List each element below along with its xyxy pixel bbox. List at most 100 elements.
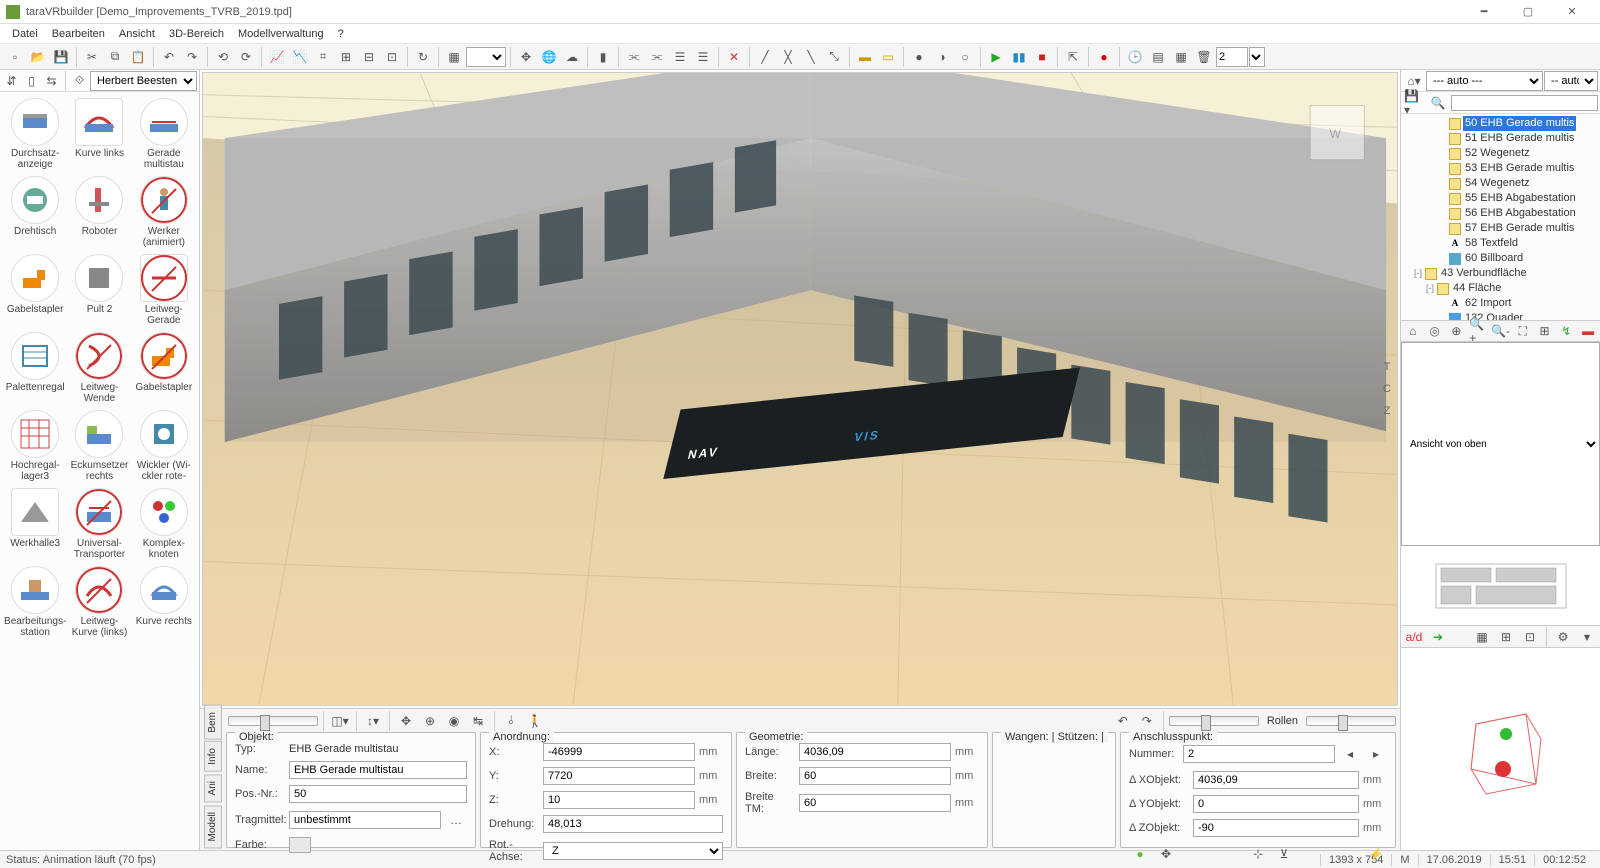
tab-ani[interactable]: Ani [204,774,222,802]
vp-slider1[interactable] [228,716,318,726]
tree-node[interactable]: 60 Billboard [1401,251,1600,266]
laenge-input[interactable] [799,743,951,761]
view4-icon[interactable]: ⊡ [381,46,403,68]
library-item[interactable]: Leitweg-Kurve (links) [68,564,130,640]
vp-person-icon[interactable]: 🚶 [524,710,546,732]
lib-user-icon[interactable]: ⟐ [70,70,89,92]
viewport[interactable]: NAV VIS W T C Z [202,72,1398,706]
library-item[interactable]: Komplex-knoten [133,486,195,562]
name-input[interactable] [289,761,467,779]
tree-node[interactable]: A58 Textfeld [1401,236,1600,251]
mm-fit-icon[interactable]: ⛶ [1513,320,1533,342]
tree-node[interactable]: 54 Wegenetz [1401,176,1600,191]
chart2-icon[interactable]: 📉 [289,46,311,68]
menu-help[interactable]: ? [332,26,350,42]
ax-arrow-icon[interactable]: ➔ [1427,626,1449,648]
library-item[interactable]: Gerade multistau [133,96,195,172]
speed-select[interactable] [1249,47,1265,67]
grid-select[interactable] [466,47,506,67]
z-input[interactable] [543,791,695,809]
lib-filter1-icon[interactable]: ⇵ [2,70,21,92]
ap-icon4[interactable]: ⊻ [1273,843,1295,865]
undo-icon[interactable]: ↶ [158,46,180,68]
line3-icon[interactable]: ╲ [800,46,822,68]
ax-toggle-icon[interactable]: a/d [1403,626,1425,648]
trash-icon[interactable]: 🗑 [1193,46,1215,68]
pos-input[interactable] [289,785,467,803]
close-button[interactable]: ✕ [1550,0,1594,24]
nummer-next-icon[interactable]: ▸ [1365,743,1387,765]
mm-c-icon[interactable]: ⊕ [1447,320,1467,342]
ap-icon1[interactable]: ● [1129,843,1151,865]
library-item[interactable]: Drehtisch [4,174,66,250]
breitetm-input[interactable] [799,794,951,812]
lib-filter2-icon[interactable]: ▯ [22,70,41,92]
tree-node[interactable]: 51 EHB Gerade multis [1401,131,1600,146]
vp-slider3[interactable] [1306,716,1396,726]
library-item[interactable]: Gabelstapler [4,252,66,328]
wall-icon[interactable]: ▮ [592,46,614,68]
tragmittel-browse-icon[interactable]: … [445,809,467,831]
library-item[interactable]: Leitweg-Wende [68,330,130,406]
tree-node[interactable]: 57 EHB Gerade multis [1401,221,1600,236]
rect-icon[interactable]: ▬ [854,46,876,68]
ap-icon3[interactable]: ⊹ [1247,843,1269,865]
library-item[interactable]: Kurve links [68,96,130,172]
mm-a-icon[interactable]: ⌂ [1403,320,1423,342]
stack2-icon[interactable]: ☰ [692,46,714,68]
vp-undo-icon[interactable]: ↶ [1112,710,1134,732]
tab-bem[interactable]: Bem [204,705,222,740]
library-item[interactable]: Bearbeitungs-station [4,564,66,640]
library-item[interactable]: Durchsatz-anzeige [4,96,66,172]
paste-icon[interactable]: 📋 [127,46,149,68]
sphere3-icon[interactable]: ○ [954,46,976,68]
link1-icon[interactable]: ⫘ [623,46,645,68]
chart-icon[interactable]: 📈 [266,46,288,68]
auto-select-2[interactable]: -- auto -- [1544,71,1598,91]
menu-modellverwaltung[interactable]: Modellverwaltung [232,26,330,42]
scene-tree[interactable]: 50 EHB Gerade multis51 EHB Gerade multis… [1401,114,1600,320]
tree-node[interactable]: 50 EHB Gerade multis [1401,116,1600,131]
auto-select-1[interactable]: --- auto --- [1426,71,1543,91]
vp-nav4-icon[interactable]: ↹ [467,710,489,732]
y-input[interactable] [543,767,695,785]
vp-nav1-icon[interactable]: ✥ [395,710,417,732]
breite-input[interactable] [799,767,951,785]
rotate-icon[interactable]: ↻ [412,46,434,68]
sync-icon[interactable]: ⟲ [212,46,234,68]
library-item[interactable]: Palettenregal [4,330,66,406]
sphere2-icon[interactable]: ◑ [931,46,953,68]
ap-icon2[interactable]: ✥ [1155,843,1177,865]
mm-f-icon[interactable]: ▬ [1578,320,1598,342]
nummer-prev-icon[interactable]: ◂ [1339,743,1361,765]
library-item[interactable]: Kurve rechts [133,564,195,640]
view-select[interactable]: Ansicht von oben [1401,342,1600,546]
cloud-icon[interactable]: ☁ [561,46,583,68]
rect2-icon[interactable]: ▭ [877,46,899,68]
compass-icon[interactable]: ✥ [515,46,537,68]
dz-input[interactable] [1193,819,1359,837]
user-select[interactable]: Herbert Beesten [90,71,197,91]
ax-2-icon[interactable]: ⊞ [1495,626,1517,648]
minimap[interactable] [1401,546,1600,626]
delete-icon[interactable]: ✕ [723,46,745,68]
menu-bearbeiten[interactable]: Bearbeiten [46,26,111,42]
farbe-swatch[interactable] [289,837,311,853]
x-input[interactable] [543,743,695,761]
tree-node[interactable]: A62 Import [1401,296,1600,311]
cut-icon[interactable]: ✂ [81,46,103,68]
tree-node[interactable]: 52 Wegenetz [1401,146,1600,161]
minimize-button[interactable]: ━ [1462,0,1506,24]
axis-t-icon[interactable]: T [1384,361,1391,373]
stop-icon[interactable]: ■ [1031,46,1053,68]
dx-input[interactable] [1193,771,1359,789]
stack-icon[interactable]: ☰ [669,46,691,68]
vp-slider2[interactable] [1169,716,1259,726]
maximize-button[interactable]: ▢ [1506,0,1550,24]
ax-4-icon[interactable]: ⚙ [1552,626,1574,648]
tree-node[interactable]: 56 EHB Abgabestation [1401,206,1600,221]
axis-z-icon[interactable]: Z [1384,405,1391,417]
redo-icon[interactable]: ↷ [181,46,203,68]
open-icon[interactable]: 📂 [27,46,49,68]
lib-filter3-icon[interactable]: ⇆ [42,70,61,92]
